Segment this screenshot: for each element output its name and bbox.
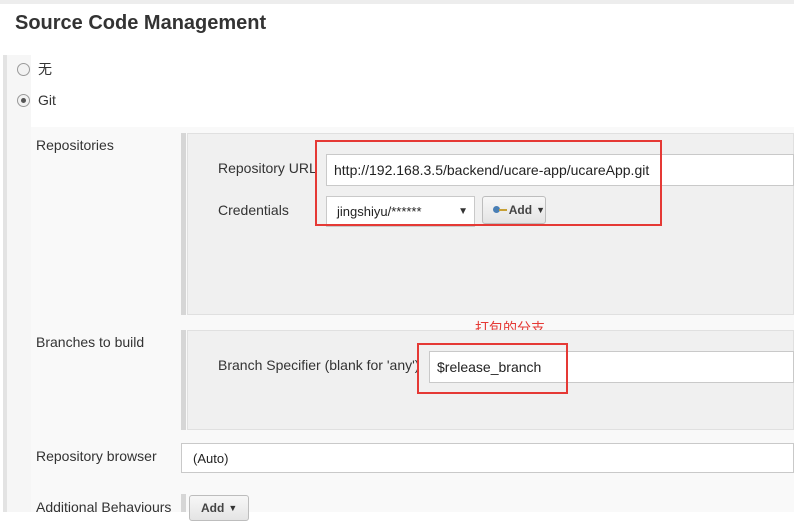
git-options-band [7,55,31,512]
credentials-label: Credentials [218,202,289,218]
repository-highlight-box [315,140,662,226]
radio-git[interactable] [17,93,30,107]
add-behaviour-button[interactable]: Add ▼ [189,495,249,521]
repository-browser-value: (Auto) [193,450,229,466]
repository-url-label: Repository URL [218,160,317,176]
scm-option-git[interactable]: Git [17,90,56,110]
repositories-label: Repositories [36,137,114,153]
scm-option-none-label: 无 [38,61,52,77]
repositories-rule [181,133,186,315]
branch-highlight-box [417,343,568,394]
scm-option-git-label: Git [38,92,56,108]
top-divider [0,0,794,4]
additional-behaviours-label: Additional Behaviours [36,499,172,515]
radio-none[interactable] [17,62,30,76]
repository-browser-label: Repository browser [36,448,157,464]
additional-behaviours-rule [181,494,186,512]
scm-option-none[interactable]: 无 [17,59,52,79]
branch-specifier-label: Branch Specifier (blank for 'any') [218,357,420,373]
branches-label: Branches to build [36,334,145,350]
repository-browser-select[interactable]: (Auto) [181,443,794,473]
add-behaviour-label: Add [201,501,225,515]
section-title: Source Code Management [15,12,267,34]
branches-rule [181,330,186,430]
